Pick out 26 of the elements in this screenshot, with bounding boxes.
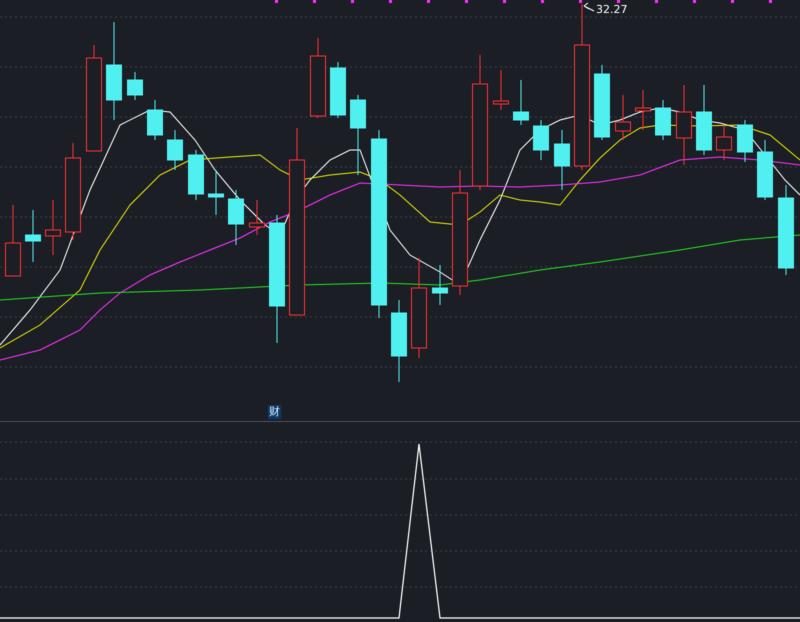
candlestick [533, 120, 549, 160]
candlestick [635, 90, 651, 130]
candlestick [45, 200, 61, 256]
candlestick [330, 62, 346, 118]
candlestick [757, 140, 773, 200]
candlestick [208, 170, 224, 216]
candlestick [228, 190, 244, 246]
candlestick [554, 130, 570, 190]
candlestick [167, 130, 183, 170]
high-price-label: 32.27 [596, 3, 628, 17]
candlestick [127, 72, 143, 100]
candlestick [615, 94, 631, 140]
candlestick [432, 264, 448, 306]
candlestick [25, 210, 41, 262]
candlestick [696, 84, 712, 156]
candlestick [513, 80, 529, 126]
marker-badge: 财 [268, 405, 281, 419]
arrow-icon [584, 2, 594, 12]
candlestick [655, 100, 671, 140]
candlestick [493, 70, 509, 110]
candlestick [249, 200, 265, 236]
candlestick [147, 100, 163, 140]
candlestick [737, 120, 753, 162]
candlestick [188, 150, 204, 200]
candlestick [5, 204, 21, 276]
candlestick [716, 124, 732, 160]
